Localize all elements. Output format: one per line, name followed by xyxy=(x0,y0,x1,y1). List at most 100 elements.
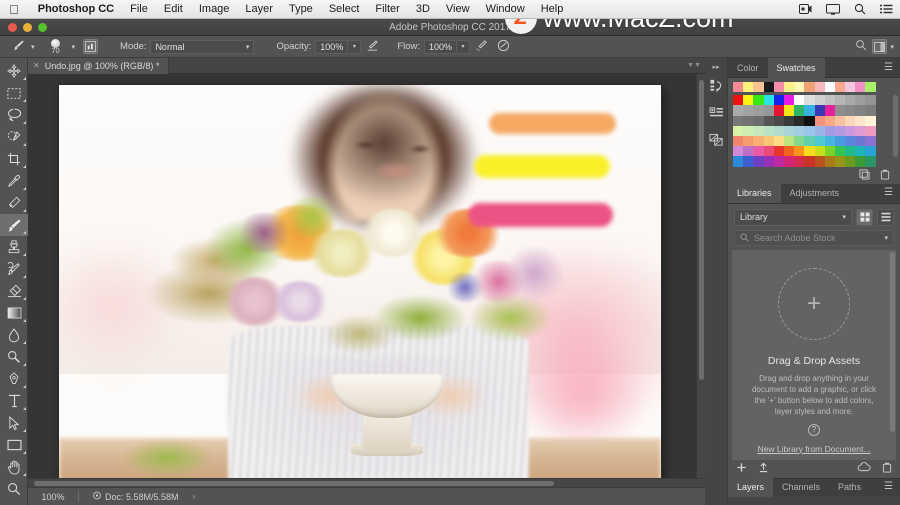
swatch[interactable] xyxy=(763,82,774,93)
swatch[interactable] xyxy=(794,125,805,136)
swatch[interactable] xyxy=(733,156,744,167)
clone-stamp-tool[interactable] xyxy=(0,236,28,258)
swatch[interactable] xyxy=(773,146,784,157)
swatch[interactable] xyxy=(804,125,815,136)
swatch[interactable] xyxy=(773,115,784,126)
airbrush-icon[interactable] xyxy=(470,39,492,55)
swatch[interactable] xyxy=(763,105,774,116)
swatch[interactable] xyxy=(783,156,795,167)
swatch[interactable] xyxy=(733,95,744,106)
menu-item-view[interactable]: View xyxy=(438,0,478,19)
swatch[interactable] xyxy=(804,115,815,126)
libraries-scrollbar[interactable] xyxy=(890,251,895,432)
swatch[interactable] xyxy=(783,125,795,136)
swatch[interactable] xyxy=(855,115,866,126)
swatch[interactable] xyxy=(783,135,795,147)
type-tool[interactable] xyxy=(0,390,28,412)
swatch[interactable] xyxy=(855,135,866,147)
menu-item-3d[interactable]: 3D xyxy=(408,0,438,19)
screen-record-icon[interactable] xyxy=(792,4,819,14)
menu-app-name[interactable]: Photoshop CC xyxy=(30,0,122,19)
swatch[interactable] xyxy=(865,135,876,147)
tab-collapse-icon[interactable]: ▼▼ xyxy=(687,62,701,69)
swatch[interactable] xyxy=(794,156,805,167)
list-view-icon[interactable] xyxy=(877,208,894,226)
dodge-tool[interactable] xyxy=(0,346,28,368)
chevron-down-icon[interactable]: ▾ xyxy=(884,234,888,242)
panel-menu-icon[interactable]: ☰ xyxy=(877,62,900,73)
flow-control[interactable]: 100% ▾ xyxy=(424,39,471,54)
swatch[interactable] xyxy=(783,146,795,157)
swatch[interactable] xyxy=(733,105,744,116)
swatch[interactable] xyxy=(865,156,876,167)
swatch[interactable] xyxy=(794,115,805,126)
swatch[interactable] xyxy=(814,156,825,167)
swatch[interactable] xyxy=(814,146,825,157)
swatch[interactable] xyxy=(733,135,744,147)
move-tool[interactable] xyxy=(0,60,28,82)
opacity-input[interactable]: 100% xyxy=(315,39,349,54)
document-tab[interactable]: ✕ Undo.jpg @ 100% (RGB/8) * xyxy=(28,57,170,74)
swatch[interactable] xyxy=(733,115,744,126)
swatch[interactable] xyxy=(814,105,825,116)
swatch[interactable] xyxy=(855,125,866,136)
swatch[interactable] xyxy=(743,95,754,106)
swatch[interactable] xyxy=(773,105,784,116)
swatch[interactable] xyxy=(834,105,846,116)
swatch[interactable] xyxy=(783,95,795,106)
document-canvas[interactable] xyxy=(59,85,661,486)
swatch[interactable] xyxy=(743,82,754,93)
apple-icon[interactable]:  xyxy=(0,3,30,16)
swatch[interactable] xyxy=(743,135,754,147)
swatch[interactable] xyxy=(865,82,876,93)
swatch[interactable] xyxy=(855,146,866,157)
menu-item-type[interactable]: Type xyxy=(281,0,321,19)
tab-libraries[interactable]: Libraries xyxy=(728,183,781,203)
swatch[interactable] xyxy=(773,125,784,136)
swatch[interactable] xyxy=(855,82,866,93)
swatch[interactable] xyxy=(804,105,815,116)
history-panel-icon[interactable] xyxy=(705,72,728,99)
swatch[interactable] xyxy=(794,146,805,157)
swatch[interactable] xyxy=(733,125,744,136)
swatch[interactable] xyxy=(834,82,846,93)
workspace-chevron-icon[interactable]: ▾ xyxy=(890,43,894,51)
swatch[interactable] xyxy=(773,95,784,106)
smoothing-icon[interactable] xyxy=(492,39,514,55)
swatch[interactable] xyxy=(824,156,835,167)
swatch[interactable] xyxy=(824,115,835,126)
list-icon[interactable] xyxy=(873,4,900,14)
swatch[interactable] xyxy=(753,95,764,106)
swatch[interactable] xyxy=(824,82,835,93)
swatch[interactable] xyxy=(753,115,764,126)
swatch[interactable] xyxy=(783,105,795,116)
swatch[interactable] xyxy=(753,105,764,116)
swatches-scrollbar[interactable] xyxy=(893,95,898,158)
canvas-area[interactable] xyxy=(28,74,705,487)
swatch[interactable] xyxy=(763,146,774,157)
swatch[interactable] xyxy=(865,105,876,116)
swatch[interactable] xyxy=(763,135,774,147)
workspace-icon[interactable] xyxy=(872,39,888,54)
swatch[interactable] xyxy=(743,156,754,167)
swatch[interactable] xyxy=(753,146,764,157)
swatch[interactable] xyxy=(794,95,805,106)
menu-item-image[interactable]: Image xyxy=(191,0,238,19)
panel-menu-icon[interactable]: ☰ xyxy=(877,482,900,492)
swatch[interactable] xyxy=(814,95,825,106)
flow-stepper[interactable]: ▾ xyxy=(457,39,471,54)
tab-paths[interactable]: Paths xyxy=(829,477,870,497)
swatch[interactable] xyxy=(824,125,835,136)
swatch[interactable] xyxy=(753,82,764,93)
lasso-tool[interactable] xyxy=(0,104,28,126)
brush-size-preview[interactable]: 70 xyxy=(43,36,69,58)
brush-tool[interactable] xyxy=(0,214,28,236)
panel-menu-icon[interactable]: ☰ xyxy=(877,188,900,198)
swatch[interactable] xyxy=(804,135,815,147)
tab-adjustments[interactable]: Adjustments xyxy=(781,183,849,203)
swatch[interactable] xyxy=(804,156,815,167)
menu-item-file[interactable]: File xyxy=(122,0,156,19)
zoom-level[interactable]: 100% xyxy=(28,492,78,502)
swatch[interactable] xyxy=(783,82,795,93)
swatch[interactable] xyxy=(834,125,846,136)
